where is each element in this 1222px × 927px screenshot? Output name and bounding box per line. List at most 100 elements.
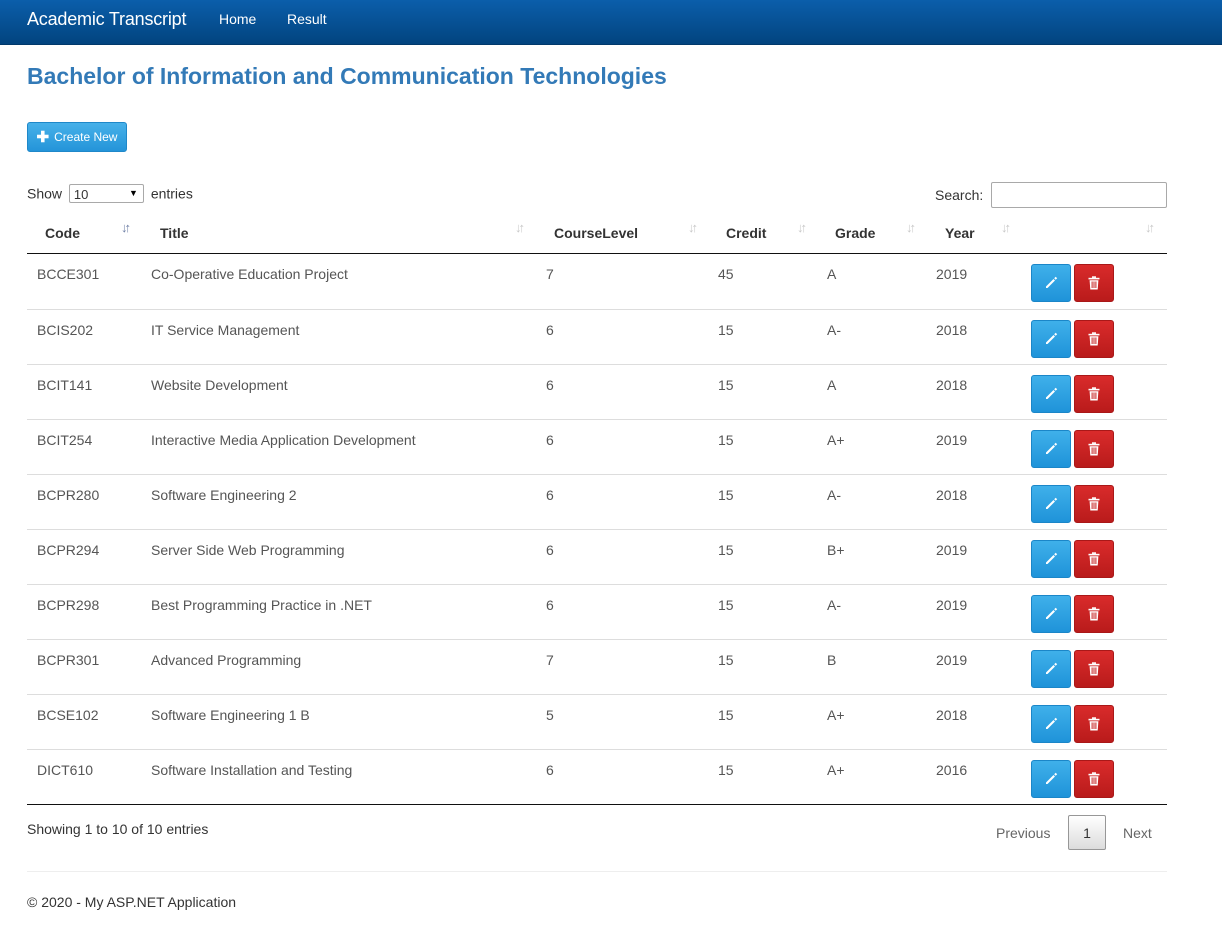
column-label: Grade — [835, 225, 876, 241]
course-year: 2018 — [936, 707, 968, 723]
sort-icon: ↓↑ — [688, 220, 698, 235]
course-code: DICT610 — [37, 762, 94, 778]
column-header-year[interactable]: Year ↓↑ — [925, 214, 1023, 254]
course-grade: A+ — [827, 762, 845, 778]
trash-icon — [1088, 717, 1100, 731]
edit-button[interactable] — [1031, 485, 1071, 523]
edit-button[interactable] — [1031, 595, 1071, 633]
page-length-select[interactable]: 10 ▼ — [68, 184, 144, 203]
trash-icon — [1088, 607, 1100, 621]
transcript-table: Code ↓↑ Title ↓↑ CourseLevel ↓↑ Credit ↓… — [27, 214, 1167, 805]
table-body: BCCE301 Co-Operative Education Project 7 45… — [27, 254, 1167, 804]
column-label: Code — [45, 225, 80, 241]
table-row: BCPR298 Best Programming Practice in .NET… — [27, 584, 1167, 639]
chevron-down-icon: ▼ — [129, 188, 138, 198]
pagination-page-1[interactable]: 1 — [1068, 815, 1106, 850]
course-level: 6 — [546, 322, 554, 338]
create-new-button[interactable]: ✚ Create New — [27, 122, 127, 152]
trash-icon — [1088, 332, 1100, 346]
course-level: 6 — [546, 377, 554, 393]
table-info: Showing 1 to 10 of 10 entries — [27, 821, 209, 837]
column-header-grade[interactable]: Grade ↓↑ — [815, 214, 925, 254]
delete-button[interactable] — [1074, 430, 1114, 468]
course-grade: B+ — [827, 542, 845, 558]
page-length-value: 10 — [73, 187, 89, 203]
edit-button[interactable] — [1031, 760, 1071, 798]
course-credit: 15 — [718, 707, 734, 723]
delete-button[interactable] — [1074, 595, 1114, 633]
nav-link-home[interactable]: Home — [219, 11, 256, 27]
table-bottom-border — [27, 804, 1167, 805]
delete-button[interactable] — [1074, 320, 1114, 358]
edit-button[interactable] — [1031, 650, 1071, 688]
column-label: Title — [160, 225, 189, 241]
course-code: BCCE301 — [37, 266, 100, 282]
trash-icon — [1088, 276, 1100, 290]
table-row: BCPR294 Server Side Web Programming 6 15 B+ 2… — [27, 529, 1167, 584]
course-credit: 15 — [718, 652, 734, 668]
column-header-code[interactable]: Code ↓↑ — [27, 214, 141, 254]
pencil-icon — [1044, 552, 1058, 566]
edit-button[interactable] — [1031, 320, 1071, 358]
table-row: BCPR280 Software Engineering 2 6 15 A- 2018 — [27, 474, 1167, 529]
edit-button[interactable] — [1031, 430, 1071, 468]
course-year: 2018 — [936, 322, 968, 338]
pagination-next[interactable]: Next — [1123, 825, 1152, 841]
nav-link-result[interactable]: Result — [287, 11, 327, 27]
edit-button[interactable] — [1031, 705, 1071, 743]
delete-button[interactable] — [1074, 760, 1114, 798]
pencil-icon — [1044, 662, 1058, 676]
create-new-label: Create New — [54, 130, 118, 144]
course-title: Website Development — [151, 377, 288, 393]
course-title: Co-Operative Education Project — [151, 266, 348, 282]
course-credit: 15 — [718, 487, 734, 503]
delete-button[interactable] — [1074, 705, 1114, 743]
course-grade: A — [827, 377, 837, 393]
course-year: 2019 — [936, 652, 968, 668]
table-row: DICT610 Software Installation and Testing… — [27, 749, 1167, 804]
page-length-control: Show 10 ▼ entries — [27, 184, 193, 203]
table-row: BCIS202 IT Service Management 6 15 A- 2018 — [27, 309, 1167, 364]
course-code: BCPR280 — [37, 487, 100, 503]
column-header-title[interactable]: Title ↓↑ — [141, 214, 535, 254]
footer-text: © 2020 - My ASP.NET Application — [27, 894, 237, 910]
course-credit: 15 — [718, 377, 734, 393]
sort-icon: ↓↑ — [515, 220, 525, 235]
course-grade: A- — [827, 597, 841, 613]
delete-button[interactable] — [1074, 375, 1114, 413]
delete-button[interactable] — [1074, 650, 1114, 688]
delete-button[interactable] — [1074, 264, 1114, 302]
search-input[interactable] — [991, 182, 1167, 208]
divider — [27, 871, 1167, 872]
pencil-icon — [1044, 497, 1058, 511]
edit-button[interactable] — [1031, 375, 1071, 413]
pagination-previous[interactable]: Previous — [996, 825, 1050, 841]
course-credit: 15 — [718, 432, 734, 448]
course-level: 6 — [546, 597, 554, 613]
column-header-actions[interactable]: ↓↑ — [1023, 214, 1167, 254]
delete-button[interactable] — [1074, 540, 1114, 578]
column-header-credit[interactable]: Credit ↓↑ — [706, 214, 815, 254]
edit-button[interactable] — [1031, 540, 1071, 578]
course-title: Software Engineering 1 B — [151, 707, 310, 723]
column-header-courselevel[interactable]: CourseLevel ↓↑ — [535, 214, 706, 254]
page-title: Bachelor of Information and Communicatio… — [27, 63, 667, 89]
pencil-icon — [1044, 607, 1058, 621]
navbar: Academic Transcript Home Result — [0, 0, 1222, 45]
delete-button[interactable] — [1074, 485, 1114, 523]
course-grade: A- — [827, 322, 841, 338]
trash-icon — [1088, 497, 1100, 511]
navbar-brand[interactable]: Academic Transcript — [27, 9, 186, 30]
course-grade: A — [827, 266, 837, 282]
pencil-icon — [1044, 276, 1058, 290]
course-grade: A+ — [827, 707, 845, 723]
edit-button[interactable] — [1031, 264, 1071, 302]
course-year: 2018 — [936, 487, 968, 503]
show-label: Show — [27, 185, 63, 202]
course-code: BCIT254 — [37, 432, 93, 448]
course-level: 6 — [546, 432, 554, 448]
course-level: 6 — [546, 487, 554, 503]
course-grade: A+ — [827, 432, 845, 448]
course-code: BCPR294 — [37, 542, 100, 558]
course-year: 2018 — [936, 377, 968, 393]
